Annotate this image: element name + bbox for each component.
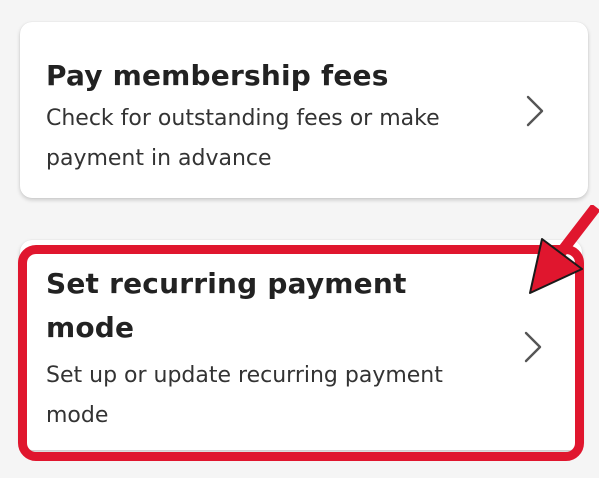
menu-item-set-recurring-payment-mode[interactable]: Set recurring payment mode Set up or upd… <box>20 240 582 450</box>
chevron-right-icon <box>524 331 542 363</box>
menu-item-description: Check for outstanding fees or make payme… <box>46 106 440 171</box>
chevron-right-icon <box>526 95 544 127</box>
menu-item-pay-membership-fees[interactable]: Pay membership fees Check for outstandin… <box>20 22 588 198</box>
menu-item-title: Set recurring payment mode <box>46 267 407 344</box>
menu-item-title: Pay membership fees <box>46 59 389 92</box>
menu-item-description: Set up or update recurring payment mode <box>46 363 443 428</box>
